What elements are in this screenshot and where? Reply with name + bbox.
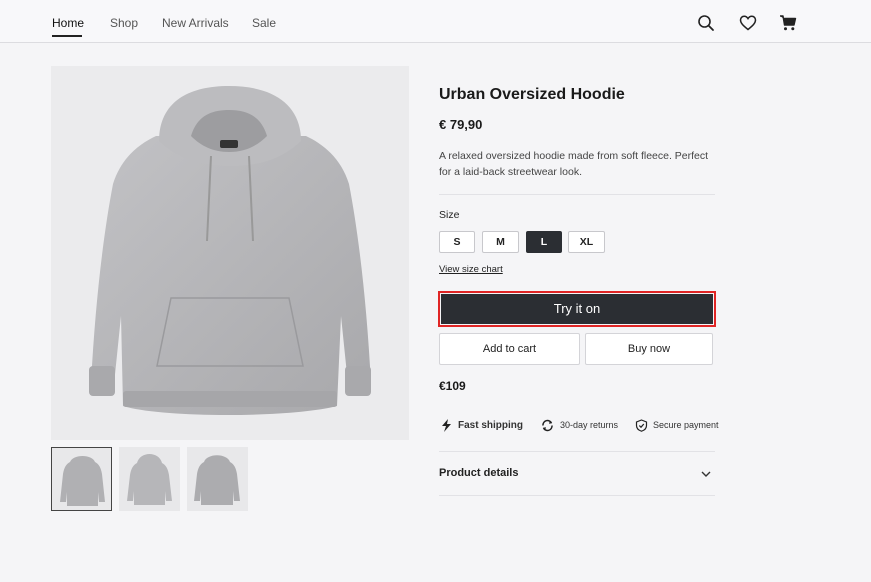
product-price: € 79,90 <box>439 117 483 132</box>
thumbnail-image <box>60 456 105 506</box>
lightning-icon <box>442 419 451 432</box>
main-product-image[interactable] <box>51 66 409 440</box>
hoodie-image <box>89 86 371 415</box>
try-it-on-button[interactable]: Try it on <box>441 294 713 324</box>
feature-fast-shipping: Fast shipping <box>458 420 523 431</box>
size-chart-link[interactable]: View size chart <box>439 264 503 275</box>
size-option-s[interactable]: S <box>439 231 475 253</box>
product-title: Urban Oversized Hoodie <box>439 86 625 103</box>
nav-sale[interactable]: Sale <box>252 16 276 30</box>
add-to-cart-button[interactable]: Add to cart <box>439 333 580 365</box>
product-details-toggle[interactable]: Product details <box>439 467 518 479</box>
nav-active-indicator <box>52 35 82 37</box>
returns-icon <box>542 419 553 432</box>
thumbnail-2[interactable] <box>119 447 180 511</box>
secondary-price: €109 <box>439 379 466 393</box>
divider <box>439 495 715 496</box>
size-option-l[interactable]: L <box>526 231 562 253</box>
nav-shop[interactable]: Shop <box>110 16 138 30</box>
chevron-down-icon[interactable] <box>700 468 712 480</box>
thumbnail-3[interactable] <box>187 447 248 511</box>
size-label: Size <box>439 209 460 221</box>
heart-icon[interactable] <box>739 14 757 32</box>
size-option-m[interactable]: M <box>482 231 519 253</box>
thumbnail-image <box>127 454 172 505</box>
thumbnail-image <box>194 455 240 505</box>
feature-returns: 30-day returns <box>560 420 619 430</box>
shield-icon <box>635 419 648 432</box>
top-nav: Home Shop New Arrivals Sale <box>0 0 871 43</box>
cart-icon[interactable] <box>779 14 797 32</box>
feature-secure-payment: Secure payment <box>653 420 719 430</box>
nav-home[interactable]: Home <box>52 16 84 30</box>
size-option-xl[interactable]: XL <box>568 231 605 253</box>
buy-now-button[interactable]: Buy now <box>585 333 713 365</box>
divider <box>439 451 715 452</box>
divider <box>439 194 715 195</box>
search-icon[interactable] <box>697 14 715 32</box>
product-description: A relaxed oversized hoodie made from sof… <box>439 150 709 178</box>
nav-new-arrivals[interactable]: New Arrivals <box>162 16 229 30</box>
thumbnail-1[interactable] <box>51 447 112 511</box>
